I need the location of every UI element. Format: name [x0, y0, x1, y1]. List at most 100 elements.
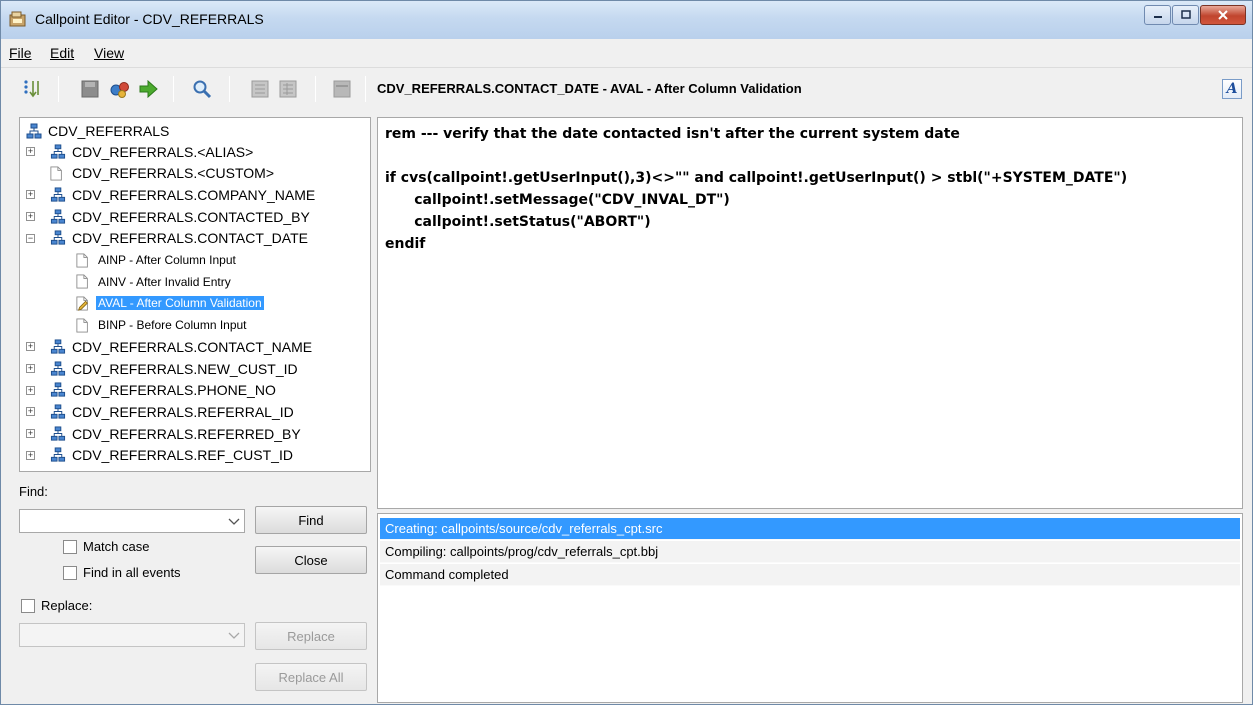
- replace-button[interactable]: Replace: [255, 622, 367, 650]
- toolbar-separator: [173, 76, 174, 102]
- code-line: endif: [385, 236, 426, 252]
- tree-item[interactable]: + CDV_REFERRALS.CONTACTED_BY: [20, 206, 312, 227]
- expand-icon[interactable]: +: [26, 407, 35, 417]
- panel-button[interactable]: [331, 78, 353, 100]
- tree-item-label: AINP - After Column Input: [98, 253, 236, 267]
- tree-event-item[interactable]: BINP - Before Column Input: [20, 315, 249, 336]
- callpoint-editor-window: Callpoint Editor - CDV_REFERRALS File Ed…: [0, 0, 1253, 705]
- minimize-icon: [1153, 16, 1162, 18]
- find-button[interactable]: Find: [255, 506, 367, 534]
- sort-icon: [24, 80, 39, 98]
- font-button[interactable]: A: [1222, 79, 1242, 99]
- build-button[interactable]: [109, 78, 131, 100]
- tree-item-label: CDV_REFERRALS.<ALIAS>: [72, 143, 254, 160]
- grid-button[interactable]: [249, 78, 271, 100]
- document-icon: [76, 253, 88, 267]
- tree-item-label: CDV_REFERRALS.REFERRAL_ID: [72, 403, 294, 420]
- chevron-down-icon[interactable]: [228, 630, 240, 640]
- tree-item[interactable]: + CDV_REFERRALS.REFERRED_BY: [20, 423, 303, 444]
- find-label: Find:: [19, 484, 48, 499]
- tree-node-icon: [50, 447, 66, 462]
- tree-event-item[interactable]: AINV - After Invalid Entry: [20, 271, 233, 292]
- sort-button[interactable]: [21, 78, 43, 100]
- expand-icon[interactable]: +: [26, 385, 35, 395]
- expand-icon[interactable]: +: [26, 364, 35, 373]
- replace-input[interactable]: [19, 623, 245, 647]
- log-line[interactable]: Command completed: [380, 564, 1240, 586]
- tree-item[interactable]: + CDV_REFERRALS.PHONE_NO: [20, 380, 278, 401]
- tree-node-icon: [50, 426, 66, 441]
- save-button[interactable]: [79, 78, 101, 100]
- font-icon: A: [1226, 81, 1238, 97]
- tree-item-label: CDV_REFERRALS.<CUSTOM>: [72, 165, 275, 182]
- window-title: Callpoint Editor - CDV_REFERRALS: [35, 11, 264, 27]
- replace-all-button[interactable]: Replace All: [255, 663, 367, 691]
- tree-item[interactable]: − CDV_REFERRALS.CONTACT_DATE: [20, 228, 310, 249]
- expand-icon[interactable]: +: [26, 342, 35, 352]
- chevron-down-icon[interactable]: [228, 516, 240, 526]
- replace-checkbox[interactable]: [21, 599, 35, 613]
- document-icon: [50, 166, 62, 181]
- tree-item[interactable]: CDV_REFERRALS.<CUSTOM>: [20, 163, 276, 184]
- tree-item-label: CDV_REFERRALS.CONTACT_DATE: [72, 230, 308, 247]
- expand-icon[interactable]: +: [26, 212, 35, 222]
- callpoint-tree[interactable]: CDV_REFERRALS + CDV_REFERRALS.<ALIAS> CDV_…: [19, 117, 371, 472]
- menu-bar: File Edit View: [1, 41, 1252, 65]
- match-case-label: Match case: [83, 539, 150, 554]
- menu-edit[interactable]: Edit: [50, 45, 74, 61]
- tree-item[interactable]: + CDV_REFERRALS.REFERRAL_ID: [20, 401, 296, 422]
- tree-item-label: BINP - Before Column Input: [98, 318, 247, 333]
- search-icon: [193, 80, 212, 99]
- tree-item-label: CDV_REFERRALS.CONTACTED_BY: [72, 208, 310, 225]
- tree-event-item[interactable]: AINP - After Column Input: [20, 250, 238, 271]
- title-bar[interactable]: Callpoint Editor - CDV_REFERRALS: [1, 1, 1252, 39]
- tree-node-icon: [50, 230, 66, 245]
- tree-item-label: CDV_REFERRALS.NEW_CUST_ID: [72, 360, 298, 377]
- run-button[interactable]: [137, 78, 159, 100]
- log-line[interactable]: Creating: callpoints/source/cdv_referral…: [380, 518, 1240, 540]
- tree-item[interactable]: + CDV_REFERRALS.REF_CUST_ID: [20, 445, 295, 466]
- tree-node-icon: [50, 339, 66, 354]
- tree-event-item[interactable]: AVAL - After Column Validation: [20, 293, 264, 314]
- document-icon: [76, 274, 88, 289]
- tree-item[interactable]: + CDV_REFERRALS.NEW_CUST_ID: [20, 358, 300, 379]
- tree-node-icon: [50, 360, 66, 376]
- tree-item-label: CDV_REFERRALS.CONTACT_NAME: [72, 338, 313, 355]
- tree-node-icon: [50, 187, 66, 202]
- minimize-button[interactable]: [1144, 5, 1171, 25]
- grid-alt-button[interactable]: [277, 78, 299, 100]
- tree-item[interactable]: + CDV_REFERRALS.<ALIAS>: [20, 141, 255, 162]
- tree-item[interactable]: + CDV_REFERRALS.CONTACT_NAME: [20, 336, 314, 357]
- search-button[interactable]: [191, 78, 213, 100]
- match-case-checkbox[interactable]: [63, 540, 77, 554]
- toolbar: CDV_REFERRALS.CONTACT_DATE - AVAL - Afte…: [1, 67, 1252, 111]
- log-line[interactable]: Compiling: callpoints/prog/cdv_referrals…: [380, 541, 1240, 563]
- expand-icon[interactable]: +: [26, 190, 35, 200]
- tree-node-icon: [50, 143, 66, 159]
- collapse-icon[interactable]: −: [26, 233, 35, 243]
- expand-icon[interactable]: +: [26, 450, 35, 460]
- edit-document-icon: [76, 296, 88, 311]
- menu-file[interactable]: File: [9, 45, 32, 61]
- expand-icon[interactable]: +: [26, 147, 35, 156]
- find-all-events-label: Find in all events: [83, 565, 181, 580]
- tree-node-icon: [26, 123, 42, 138]
- maximize-button[interactable]: [1172, 5, 1199, 25]
- expand-icon[interactable]: +: [26, 429, 35, 439]
- tree-item[interactable]: + CDV_REFERRALS.COMPANY_NAME: [20, 184, 317, 205]
- output-log[interactable]: Creating: callpoints/source/cdv_referral…: [377, 513, 1243, 703]
- panel-icon: [333, 80, 351, 98]
- app-icon: [9, 11, 26, 27]
- code-editor[interactable]: rem --- verify that the date contacted i…: [377, 117, 1243, 509]
- find-input[interactable]: [19, 509, 245, 533]
- menu-view[interactable]: View: [94, 45, 124, 61]
- code-line: rem --- verify that the date contacted i…: [385, 126, 960, 142]
- toolbar-separator: [315, 76, 316, 102]
- tree-item-label: AVAL - After Column Validation: [96, 296, 264, 311]
- window-controls: [1143, 5, 1246, 25]
- close-window-button[interactable]: [1200, 5, 1246, 25]
- tree-root[interactable]: CDV_REFERRALS: [26, 120, 171, 141]
- find-all-events-checkbox[interactable]: [63, 566, 77, 580]
- toolbar-separator: [365, 76, 366, 102]
- close-button[interactable]: Close: [255, 546, 367, 574]
